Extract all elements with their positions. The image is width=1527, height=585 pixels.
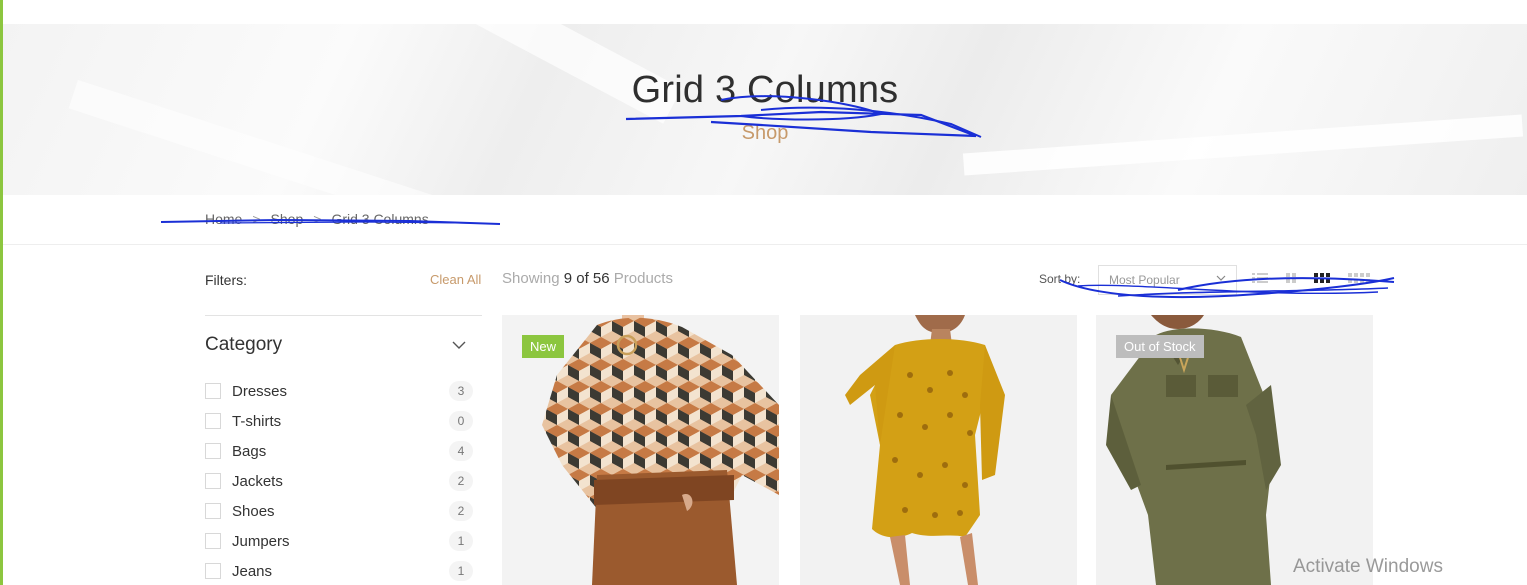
category-count-badge: 3 bbox=[449, 381, 473, 401]
product-card[interactable]: Out of Stock bbox=[1096, 315, 1373, 585]
sidebar-divider bbox=[205, 315, 482, 316]
product-card[interactable]: New bbox=[502, 315, 779, 585]
category-item-shoes[interactable]: Shoes 2 bbox=[205, 496, 475, 526]
category-checkbox[interactable] bbox=[205, 563, 221, 579]
category-list: Dresses 3 T-shirts 0 Bags 4 Jackets 2 Sh… bbox=[205, 376, 475, 585]
category-item-jackets[interactable]: Jackets 2 bbox=[205, 466, 475, 496]
clean-all-filters-button[interactable]: Clean All bbox=[430, 272, 481, 287]
category-checkbox[interactable] bbox=[205, 533, 221, 549]
toolbar-scribble-annotation bbox=[1059, 277, 1395, 299]
category-checkbox[interactable] bbox=[205, 503, 221, 519]
category-checkbox[interactable] bbox=[205, 443, 221, 459]
category-checkbox[interactable] bbox=[205, 383, 221, 399]
chevron-down-icon[interactable] bbox=[452, 340, 466, 350]
category-label: Jackets bbox=[232, 472, 283, 490]
category-count-badge: 1 bbox=[449, 561, 473, 581]
category-count-badge: 2 bbox=[449, 471, 473, 491]
filters-heading: Filters: bbox=[205, 272, 247, 288]
new-badge: New bbox=[522, 335, 565, 358]
category-item-jeans[interactable]: Jeans 1 bbox=[205, 556, 475, 585]
category-item-tshirts[interactable]: T-shirts 0 bbox=[205, 406, 475, 436]
category-count-badge: 1 bbox=[449, 531, 473, 551]
category-item-bags[interactable]: Bags 4 bbox=[205, 436, 475, 466]
category-count-badge: 2 bbox=[449, 501, 473, 521]
category-count-badge: 0 bbox=[449, 411, 473, 431]
breadcrumb-divider bbox=[3, 244, 1527, 245]
category-count-badge: 4 bbox=[449, 441, 473, 461]
results-count: Showing 9 of 56 Products bbox=[502, 270, 673, 287]
category-checkbox[interactable] bbox=[205, 413, 221, 429]
product-image[interactable] bbox=[800, 315, 1077, 585]
category-label: Shoes bbox=[232, 502, 275, 520]
category-label: Bags bbox=[232, 442, 267, 460]
breadcrumb-scribble-annotation bbox=[160, 218, 501, 225]
category-label: T-shirts bbox=[232, 412, 282, 430]
out-of-stock-badge: Out of Stock bbox=[1116, 335, 1204, 358]
category-filter-title[interactable]: Category bbox=[205, 334, 282, 356]
category-item-dresses[interactable]: Dresses 3 bbox=[205, 376, 475, 406]
title-scribble-annotation bbox=[625, 95, 982, 138]
category-label: Jeans bbox=[232, 562, 273, 580]
category-label: Dresses bbox=[232, 382, 288, 400]
category-checkbox[interactable] bbox=[205, 473, 221, 489]
category-item-jumpers[interactable]: Jumpers 1 bbox=[205, 526, 475, 556]
product-card[interactable] bbox=[800, 315, 1077, 585]
activate-windows-watermark: Activate Windows bbox=[1293, 556, 1443, 577]
category-label: Jumpers bbox=[232, 532, 290, 550]
page-hero-banner: Grid 3 Columns Shop bbox=[3, 24, 1527, 195]
